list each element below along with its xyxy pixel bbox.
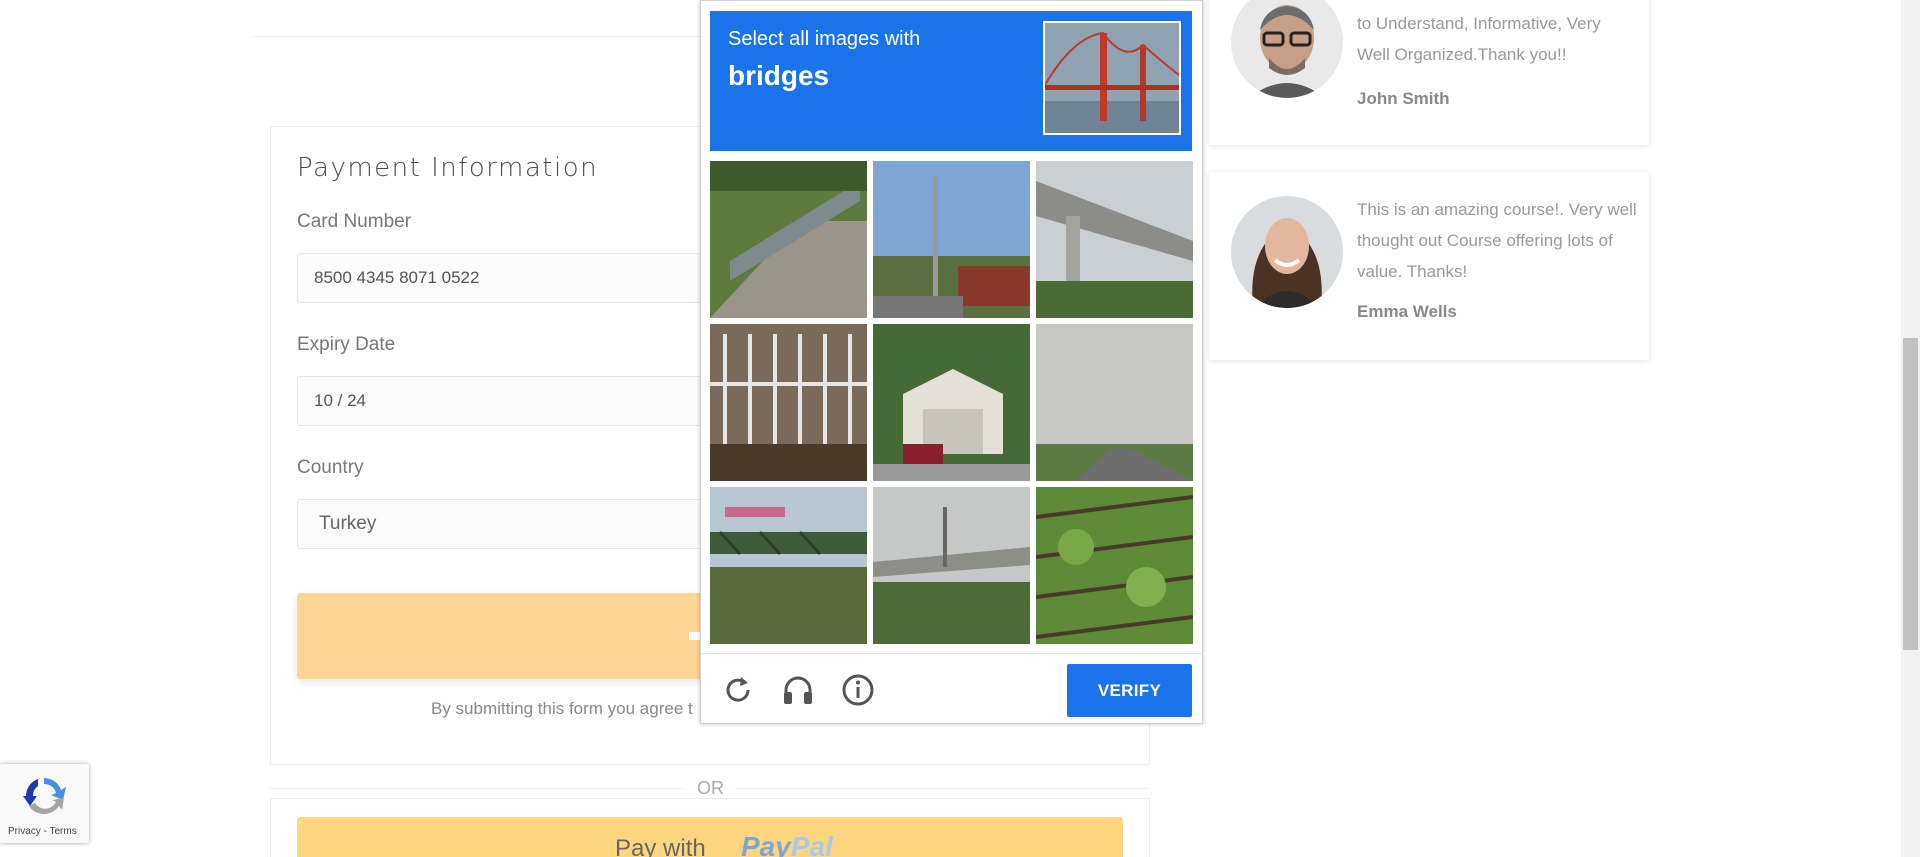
captcha-challenge: Select all images with bridges VERIFY <box>700 0 1204 724</box>
testimonial-text: to Understand, Informative, Very Well Or… <box>1357 14 1601 64</box>
or-divider-line <box>735 788 1150 789</box>
scrollbar-thumb[interactable] <box>1903 338 1918 650</box>
bridge-sample-image-icon <box>1043 21 1181 135</box>
footbridge-photo-icon[interactable] <box>710 487 867 644</box>
paypal-card: Pay with PayPal <box>270 798 1150 857</box>
payment-title: Payment Information <box>297 153 599 183</box>
headphones-icon[interactable] <box>781 673 815 707</box>
paypal-logo: PayPal <box>741 831 833 857</box>
card-number-label: Card Number <box>297 211 412 232</box>
captcha-image-grid <box>710 161 1193 644</box>
captcha-header: Select all images with bridges <box>710 11 1192 151</box>
testimonial-card: This is an amazing course!. Very well th… <box>1209 172 1649 360</box>
man-with-glasses-avatar-icon <box>1231 0 1343 98</box>
vineyard-photo-icon[interactable] <box>1036 487 1193 644</box>
paypal-button[interactable]: Pay with PayPal <box>297 817 1123 857</box>
metal-gate-photo-icon[interactable] <box>710 324 867 481</box>
or-divider-text: OR <box>697 778 724 798</box>
fence-sidewalk-photo-icon[interactable] <box>710 161 867 318</box>
country-label: Country <box>297 457 364 478</box>
captcha-footer-divider <box>701 653 1204 654</box>
captcha-keyword: bridges <box>728 60 830 91</box>
or-divider-line <box>270 788 685 789</box>
info-icon[interactable] <box>841 673 875 707</box>
paypal-prefix: Pay with <box>615 835 706 857</box>
verify-button[interactable]: VERIFY <box>1067 664 1192 717</box>
refresh-icon[interactable] <box>721 673 755 707</box>
captcha-prompt: Select all images with <box>728 28 921 50</box>
recaptcha-badge[interactable]: Privacy - Terms <box>0 764 89 843</box>
overpass-bridge-photo-icon[interactable] <box>1036 161 1193 318</box>
testimonial-name: Emma Wells <box>1357 302 1457 321</box>
highway-photo-icon[interactable] <box>1036 324 1193 481</box>
terms-text: By submitting this form you agree t <box>431 699 693 718</box>
garage-house-photo-icon[interactable] <box>873 324 1030 481</box>
woman-avatar-icon <box>1231 196 1343 308</box>
testimonial-name: John Smith <box>1357 89 1450 108</box>
testimonial-card: to Understand, Informative, Very Well Or… <box>1209 0 1649 145</box>
privacy-terms-links[interactable]: Privacy - Terms <box>8 826 77 837</box>
testimonial-text: This is an amazing course!. Very well th… <box>1357 200 1637 281</box>
road-bridge-photo-icon[interactable] <box>873 487 1030 644</box>
street-pole-photo-icon[interactable] <box>873 161 1030 318</box>
recaptcha-logo-icon <box>23 778 66 814</box>
expiry-date-label: Expiry Date <box>297 334 396 355</box>
page-scrollbar[interactable] <box>1901 0 1920 857</box>
